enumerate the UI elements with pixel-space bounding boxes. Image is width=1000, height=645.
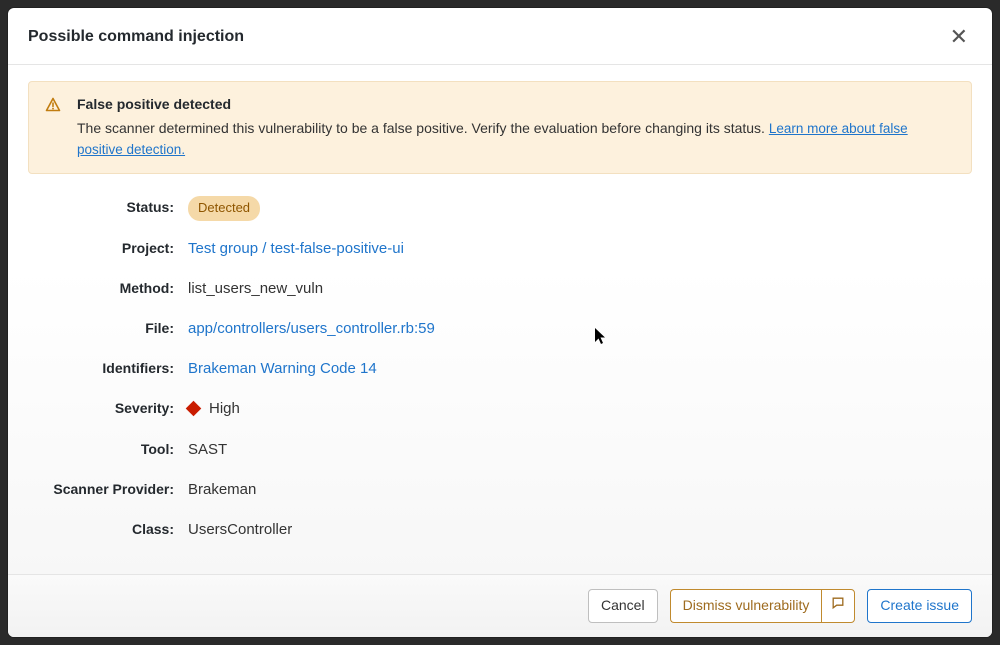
method-value: list_users_new_vuln — [188, 277, 323, 301]
row-class: Class: UsersController — [28, 510, 962, 550]
modal-body: False positive detected The scanner dete… — [8, 65, 992, 574]
alert-title: False positive detected — [77, 96, 955, 112]
alert-text: The scanner determined this vulnerabilit… — [77, 120, 765, 136]
method-label: Method: — [28, 277, 188, 299]
row-identifiers: Identifiers: Brakeman Warning Code 14 — [28, 349, 962, 389]
row-status: Status: Detected — [28, 188, 962, 229]
row-scanner-provider: Scanner Provider: Brakeman — [28, 470, 962, 510]
row-file: File: app/controllers/users_controller.r… — [28, 309, 962, 349]
status-value: Detected — [188, 196, 260, 221]
identifier-link[interactable]: Brakeman Warning Code 14 — [188, 360, 377, 377]
row-project: Project: Test group / test-false-positiv… — [28, 229, 962, 269]
modal-footer: Cancel Dismiss vulnerability Create issu… — [8, 574, 992, 637]
scanner-provider-label: Scanner Provider: — [28, 478, 188, 500]
dismiss-button-group: Dismiss vulnerability — [670, 589, 856, 623]
severity-label: Severity: — [28, 397, 188, 419]
dismiss-comment-button[interactable] — [821, 589, 855, 623]
comment-icon — [831, 596, 845, 616]
tool-value: SAST — [188, 438, 227, 462]
project-link[interactable]: Test group / test-false-positive-ui — [188, 240, 404, 257]
modal-title: Possible command injection — [28, 28, 244, 46]
cancel-button[interactable]: Cancel — [588, 589, 658, 623]
file-label: File: — [28, 317, 188, 339]
tool-label: Tool: — [28, 438, 188, 460]
project-value: Test group / test-false-positive-ui — [188, 237, 404, 261]
vulnerability-modal: Possible command injection ✕ False posit… — [8, 8, 992, 637]
dismiss-vulnerability-button[interactable]: Dismiss vulnerability — [670, 589, 822, 623]
severity-value: High — [188, 397, 240, 423]
status-label: Status: — [28, 196, 188, 218]
file-link[interactable]: app/controllers/users_controller.rb:59 — [188, 320, 435, 337]
close-button[interactable]: ✕ — [946, 24, 972, 50]
create-issue-button[interactable]: Create issue — [867, 589, 972, 623]
severity-text: High — [209, 397, 240, 421]
details-list: Status: Detected Project: Test group / t… — [28, 188, 972, 550]
identifiers-label: Identifiers: — [28, 357, 188, 379]
row-tool: Tool: SAST — [28, 430, 962, 470]
severity-high-icon — [186, 401, 202, 417]
alert-body: The scanner determined this vulnerabilit… — [77, 118, 955, 159]
project-label: Project: — [28, 237, 188, 259]
close-icon: ✕ — [950, 24, 968, 49]
class-value: UsersController — [188, 518, 292, 542]
warning-icon — [45, 97, 61, 118]
class-label: Class: — [28, 518, 188, 540]
modal-header: Possible command injection ✕ — [8, 8, 992, 65]
file-value: app/controllers/users_controller.rb:59 — [188, 317, 435, 341]
scanner-provider-value: Brakeman — [188, 478, 256, 502]
row-severity: Severity: High — [28, 389, 962, 431]
status-badge: Detected — [188, 196, 260, 221]
row-method: Method: list_users_new_vuln — [28, 269, 962, 309]
false-positive-alert: False positive detected The scanner dete… — [28, 81, 972, 174]
identifiers-value: Brakeman Warning Code 14 — [188, 357, 377, 381]
